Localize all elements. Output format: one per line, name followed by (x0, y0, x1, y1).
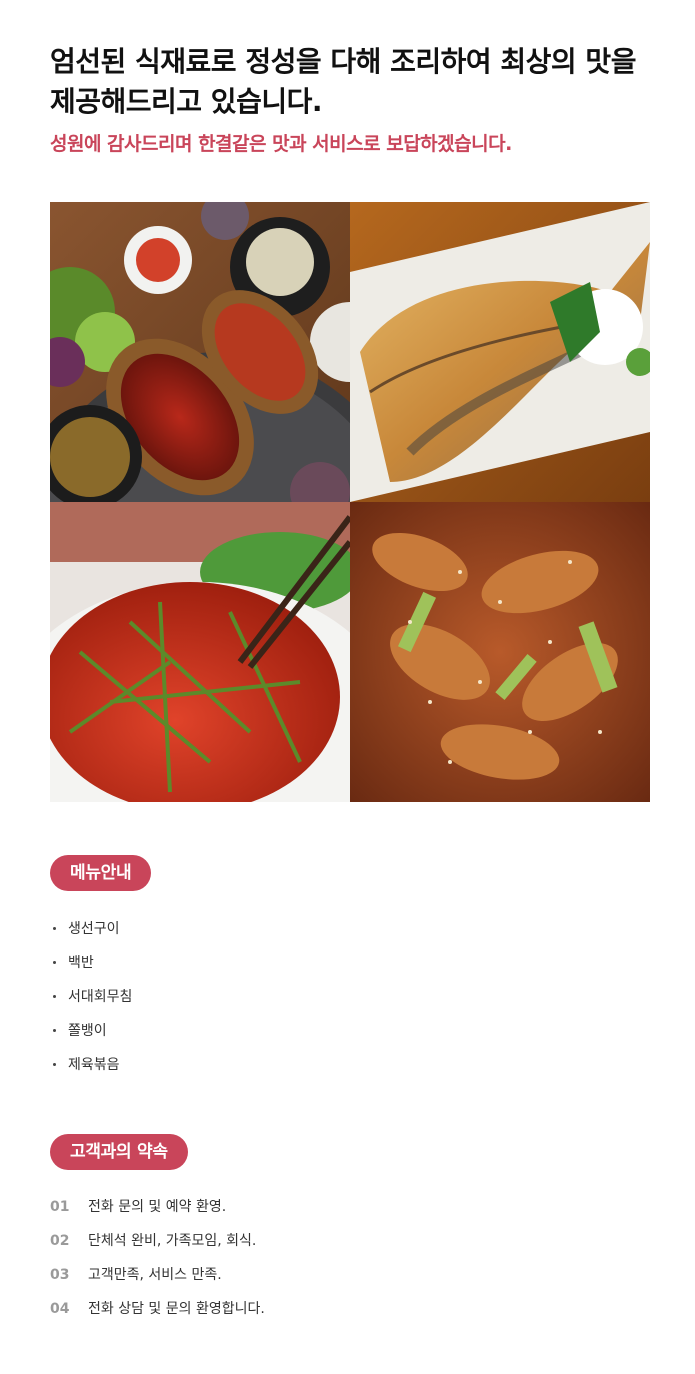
list-item: 백반 (50, 946, 132, 980)
bullet-icon (53, 995, 56, 998)
promise-text: 전화 문의 및 예약 환영. (88, 1199, 227, 1215)
list-item: 04 전화 상담 및 문의 환영합니다. (50, 1292, 265, 1326)
subline: 성원에 감사드리며 한결같은 맛과 서비스로 보답하겠습니다. (50, 133, 512, 155)
promise-list: 01 전화 문의 및 예약 환영. 02 단체석 완비, 가족모임, 회식. 03 고… (50, 1190, 265, 1326)
list-item: 쫄뱅이 (50, 1014, 132, 1048)
menu-item-label: 쫄뱅이 (68, 1023, 107, 1039)
list-item: 제육볶음 (50, 1048, 132, 1082)
menu-item-label: 백반 (68, 955, 94, 971)
promise-section-title: 고객과의 약속 (50, 1134, 188, 1170)
bullet-icon (53, 961, 56, 964)
list-item: 서대회무침 (50, 980, 132, 1014)
list-item: 03 고객만족, 서비스 만족. (50, 1258, 265, 1292)
promise-text: 고객만족, 서비스 만족. (88, 1267, 222, 1283)
promise-text: 단체석 완비, 가족모임, 회식. (88, 1233, 257, 1249)
menu-section-title: 메뉴안내 (50, 855, 152, 891)
promise-number: 02 (50, 1233, 70, 1249)
stir-fried-pork-photo (350, 502, 650, 802)
list-item: 생선구이 (50, 912, 132, 946)
korean-table-setting-photo (50, 202, 350, 502)
bullet-icon (53, 927, 56, 930)
promise-number: 03 (50, 1267, 70, 1283)
food-gallery (50, 202, 650, 802)
headline: 엄선된 식재료로 정성을 다해 조리하여 최상의 맛을 제공해드리고 있습니다. (50, 45, 636, 118)
bullet-icon (53, 1029, 56, 1032)
spicy-vegetable-salad-photo (50, 502, 350, 802)
list-item: 01 전화 문의 및 예약 환영. (50, 1190, 265, 1224)
promise-number: 01 (50, 1199, 70, 1215)
menu-item-label: 생선구이 (68, 921, 120, 937)
promise-text: 전화 상담 및 문의 환영합니다. (88, 1301, 265, 1317)
menu-item-label: 제육볶음 (68, 1057, 120, 1073)
menu-list: 생선구이 백반 서대회무침 쫄뱅이 제육볶음 (50, 912, 132, 1082)
promise-number: 04 (50, 1301, 70, 1317)
bullet-icon (53, 1063, 56, 1066)
grilled-fish-photo (350, 202, 650, 502)
list-item: 02 단체석 완비, 가족모임, 회식. (50, 1224, 265, 1258)
menu-item-label: 서대회무침 (68, 989, 133, 1005)
